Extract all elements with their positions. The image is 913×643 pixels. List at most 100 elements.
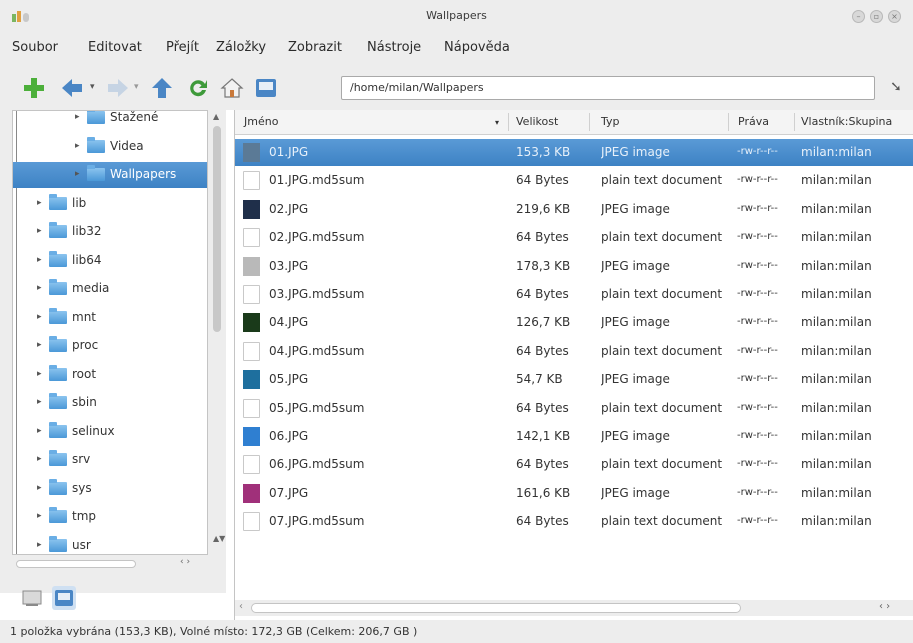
tree-scroll-thumb[interactable]	[213, 126, 221, 332]
column-size[interactable]: Velikost	[516, 115, 558, 128]
folder-icon	[49, 193, 67, 210]
back-history-icon[interactable]: ▾	[90, 82, 95, 106]
column-permissions[interactable]: Práva	[738, 115, 769, 128]
forward-history-icon[interactable]: ▾	[134, 82, 139, 106]
scroll-left-right-icon[interactable]: ‹ ›	[879, 601, 890, 612]
expand-arrow-icon[interactable]: ▸	[37, 397, 42, 407]
tree-item-stažené[interactable]: ▸ Stažené	[13, 111, 207, 131]
expand-arrow-icon[interactable]: ▸	[37, 283, 42, 293]
file-type: plain text document	[601, 287, 723, 301]
scroll-left-right-icon[interactable]: ‹ ›	[180, 557, 190, 567]
forward-icon[interactable]	[104, 76, 130, 100]
file-row[interactable]: 03.JPG 178,3 KB JPEG image -rw-r--r-- milan:…	[235, 253, 913, 280]
expand-arrow-icon[interactable]: ▸	[75, 141, 80, 151]
menu-prejit[interactable]: Přejít	[166, 40, 199, 55]
expand-arrow-icon[interactable]: ▸	[37, 198, 42, 208]
tree-item-lib[interactable]: ▸ lib	[13, 191, 207, 217]
expand-arrow-icon[interactable]: ▸	[37, 255, 42, 265]
tree-item-selinux[interactable]: ▸ selinux	[13, 419, 207, 445]
file-row[interactable]: 05.JPG.md5sum 64 Bytes plain text document…	[235, 395, 913, 422]
tree-item-root[interactable]: ▸ root	[13, 362, 207, 388]
scroll-up-icon[interactable]: ▲	[213, 112, 219, 121]
expand-arrow-icon[interactable]: ▸	[37, 511, 42, 521]
tree-item-tmp[interactable]: ▸ tmp	[13, 504, 207, 530]
go-icon[interactable]: ➘	[884, 76, 908, 100]
file-row[interactable]: 06.JPG 142,1 KB JPEG image -rw-r--r-- milan:…	[235, 423, 913, 450]
expand-arrow-icon[interactable]: ▸	[37, 340, 42, 350]
location-bar[interactable]: /home/milan/Wallpapers	[341, 76, 875, 100]
expand-arrow-icon[interactable]: ▸	[75, 169, 80, 179]
folder-icon	[49, 450, 67, 466]
expand-arrow-icon[interactable]: ▸	[37, 312, 42, 322]
scroll-down-icon[interactable]: ▲▼	[213, 534, 225, 543]
expand-arrow-icon[interactable]: ▸	[37, 483, 42, 493]
places-view-icon[interactable]	[52, 586, 76, 610]
file-row[interactable]: 02.JPG 219,6 KB JPEG image -rw-r--r-- milan:…	[235, 196, 913, 223]
file-row[interactable]: 04.JPG.md5sum 64 Bytes plain text document…	[235, 338, 913, 365]
expand-arrow-icon[interactable]: ▸	[37, 226, 42, 236]
menu-soubor[interactable]: Soubor	[12, 40, 58, 55]
tree-item-sys[interactable]: ▸ sys	[13, 476, 207, 502]
tree-horizontal-scrollbar[interactable]: ‹ ›	[12, 557, 208, 571]
tree-item-srv[interactable]: ▸ srv	[13, 447, 207, 473]
expand-arrow-icon[interactable]: ▸	[37, 454, 42, 464]
scroll-left-icon[interactable]: ‹	[239, 601, 243, 612]
file-row[interactable]: 04.JPG 126,7 KB JPEG image -rw-r--r-- milan:…	[235, 309, 913, 336]
file-hscroll-thumb[interactable]	[251, 603, 741, 613]
file-type: JPEG image	[601, 145, 670, 159]
tree-item-media[interactable]: ▸ media	[13, 276, 207, 302]
file-row[interactable]: 01.JPG.md5sum 64 Bytes plain text document…	[235, 167, 913, 194]
expand-arrow-icon[interactable]: ▸	[37, 369, 42, 379]
tree-item-lib32[interactable]: ▸ lib32	[13, 219, 207, 245]
menu-nastroje[interactable]: Nástroje	[367, 40, 421, 55]
file-size: 64 Bytes	[516, 400, 569, 415]
file-row[interactable]: 03.JPG.md5sum 64 Bytes plain text document…	[235, 281, 913, 308]
file-owner: milan:milan	[801, 372, 872, 387]
tree-item-lib64[interactable]: ▸ lib64	[13, 248, 207, 274]
tree-view-icon[interactable]	[20, 586, 44, 610]
file-permissions: -rw-r--r--	[737, 316, 778, 328]
home-icon[interactable]	[220, 76, 244, 100]
file-size: 64 Bytes	[516, 287, 569, 301]
expand-arrow-icon[interactable]: ▸	[37, 540, 42, 550]
column-name[interactable]: Jméno	[244, 115, 278, 128]
tree-item-wallpapers[interactable]: ▸ Wallpapers	[13, 162, 207, 188]
reload-icon[interactable]	[186, 76, 210, 100]
file-row[interactable]: 06.JPG.md5sum 64 Bytes plain text document…	[235, 451, 913, 478]
file-row[interactable]: 05.JPG 54,7 KB JPEG image -rw-r--r-- milan:m…	[235, 366, 913, 393]
tree-item-videa[interactable]: ▸ Videa	[13, 134, 207, 160]
tree-item-label: lib32	[72, 224, 102, 238]
tree-item-usr[interactable]: ▸ usr	[13, 533, 207, 555]
tree-item-sbin[interactable]: ▸ sbin	[13, 390, 207, 416]
menu-zobrazit[interactable]: Zobrazit	[288, 40, 342, 55]
file-horizontal-scrollbar[interactable]: ‹ ‹ ›	[235, 600, 913, 616]
close-button[interactable]: ×	[888, 10, 901, 23]
back-icon[interactable]	[60, 76, 86, 100]
menu-zalozky[interactable]: Záložky	[216, 40, 266, 55]
tree-hscroll-thumb[interactable]	[16, 560, 136, 568]
directory-tree[interactable]: ▸ Stažené ▸ Videa ▸ Wallpapers ▸ lib ▸ lib32 ▸ lib6…	[12, 110, 208, 555]
file-row[interactable]: 07.JPG 161,6 KB JPEG image -rw-r--r-- milan:…	[235, 480, 913, 507]
expand-arrow-icon[interactable]: ▸	[75, 112, 80, 122]
file-row[interactable]: 07.JPG.md5sum 64 Bytes plain text document…	[235, 508, 913, 535]
file-row[interactable]: 01.JPG 153,3 KB JPEG image -rw-r--r-- milan:…	[235, 139, 913, 166]
file-owner: milan:milan	[801, 230, 872, 245]
column-type[interactable]: Typ	[601, 115, 620, 128]
add-icon[interactable]	[22, 76, 46, 100]
file-row[interactable]: 02.JPG.md5sum 64 Bytes plain text document…	[235, 224, 913, 251]
minimize-button[interactable]: –	[852, 10, 865, 23]
menu-editovat[interactable]: Editovat	[88, 40, 142, 55]
expand-arrow-icon[interactable]: ▸	[37, 426, 42, 436]
tree-vertical-scrollbar[interactable]: ▲ ▲▼	[210, 110, 225, 555]
file-type: plain text document	[601, 457, 723, 472]
file-owner: milan:milan	[801, 201, 872, 216]
maximize-button[interactable]: ▫	[870, 10, 883, 23]
text-file-icon	[243, 512, 260, 532]
up-icon[interactable]	[150, 76, 174, 100]
tree-item-mnt[interactable]: ▸ mnt	[13, 305, 207, 331]
menu-napoveda[interactable]: Nápověda	[444, 40, 510, 55]
tree-item-proc[interactable]: ▸ proc	[13, 333, 207, 359]
status-bar: 1 položka vybrána (153,3 KB), Volné míst…	[0, 620, 913, 643]
computer-icon[interactable]	[254, 76, 278, 100]
column-owner[interactable]: Vlastník:Skupina	[801, 115, 913, 128]
